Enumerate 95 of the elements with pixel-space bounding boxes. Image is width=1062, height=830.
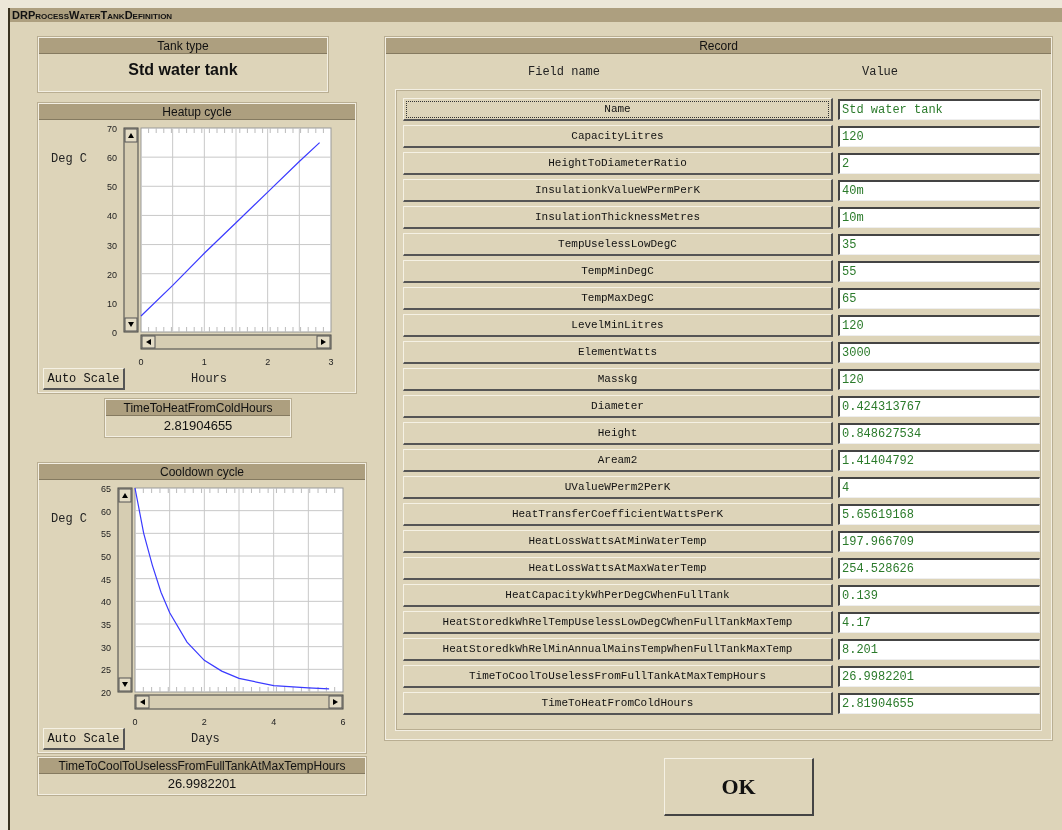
tick-label: 50: [101, 552, 111, 562]
value-field[interactable]: 65: [838, 288, 1040, 309]
value-field[interactable]: Std water tank: [838, 99, 1040, 120]
field-name-button[interactable]: TempMaxDegC: [403, 287, 833, 310]
tick-label: 65: [101, 484, 111, 494]
field-name-button[interactable]: HeatStoredkWhRelMinAnnualMainsTempWhenFullTankMaxTemp: [403, 638, 833, 661]
value-field[interactable]: 0.848627534: [838, 423, 1040, 444]
panel-title: Cooldown cycle: [39, 464, 365, 480]
tick-label: 35: [101, 620, 111, 630]
tick-label: 0: [138, 357, 144, 366]
tick-label: 70: [107, 124, 117, 134]
axis-title: Deg C: [51, 512, 87, 526]
ok-button[interactable]: OK: [664, 758, 814, 816]
panel-title: Heatup cycle: [39, 104, 355, 120]
auto-scale-button[interactable]: Auto Scale: [43, 368, 125, 390]
tick-label: 3: [328, 357, 334, 366]
field-name-button[interactable]: TempUselessLowDegC: [403, 233, 833, 256]
value-field[interactable]: 55: [838, 261, 1040, 282]
window-title: DRProcessWaterTankDefinition: [10, 8, 1062, 22]
axis-title: Deg C: [51, 152, 87, 166]
value-field[interactable]: 120: [838, 369, 1040, 390]
value-field[interactable]: 26.9982201: [838, 666, 1040, 687]
tick-label: 50: [107, 182, 117, 193]
tick-label: 20: [107, 269, 117, 280]
field-name-button[interactable]: Masskg: [403, 368, 833, 391]
field-name-button[interactable]: Height: [403, 422, 833, 445]
horizontal-scrollbar[interactable]: [140, 334, 332, 350]
value-field[interactable]: 4: [838, 477, 1040, 498]
field-name-button[interactable]: HeatTransferCoefficientWattsPerK: [403, 503, 833, 526]
value-field[interactable]: 4.17: [838, 612, 1040, 633]
tick-label: 60: [101, 506, 111, 517]
field-name-button[interactable]: InsulationkValueWPermPerK: [403, 179, 833, 202]
tick-label: 6: [340, 717, 346, 726]
axis-title: Days: [191, 731, 220, 748]
column-header: Value: [862, 64, 899, 81]
result-value: 26.9982201: [166, 775, 238, 793]
value-field[interactable]: 2.81904655: [838, 693, 1040, 714]
tick-label: 10: [107, 298, 117, 309]
field-name-button[interactable]: Name: [403, 98, 833, 121]
field-name-button[interactable]: Aream2: [403, 449, 833, 472]
value-field[interactable]: 254.528626: [838, 558, 1040, 579]
result-label: TimeToHeatFromColdHours: [106, 400, 290, 416]
horizontal-scrollbar[interactable]: [134, 694, 344, 710]
tick-label: 2: [201, 717, 207, 726]
value-field[interactable]: 1.41404792: [838, 450, 1040, 471]
value-field[interactable]: 5.65619168: [838, 504, 1040, 525]
tick-label: 60: [107, 153, 117, 164]
tick-label: 20: [101, 688, 111, 698]
field-name-button[interactable]: TimeToCoolToUselessFromFullTankAtMaxTempHours: [403, 665, 833, 688]
tick-label: 30: [107, 240, 117, 251]
field-name-button[interactable]: HeatLossWattsAtMinWaterTemp: [403, 530, 833, 553]
value-field[interactable]: 197.966709: [838, 531, 1040, 552]
tick-label: 30: [101, 642, 111, 653]
field-name-button[interactable]: HeatLossWattsAtMaxWaterTemp: [403, 557, 833, 580]
value-field[interactable]: 2: [838, 153, 1040, 174]
auto-scale-button[interactable]: Auto Scale: [43, 728, 125, 750]
vertical-scrollbar[interactable]: [117, 487, 133, 693]
value-field[interactable]: 3000: [838, 342, 1040, 363]
value-field[interactable]: 8.201: [838, 639, 1040, 660]
tick-label: 0: [112, 328, 117, 338]
result-label: TimeToCoolToUselessFromFullTankAtMaxTempHours: [39, 758, 365, 774]
tick-label: 55: [101, 529, 111, 540]
value-field[interactable]: 120: [838, 126, 1040, 147]
tick-label: 0: [132, 717, 138, 726]
value-field[interactable]: 10m: [838, 207, 1040, 228]
axis-title: Hours: [191, 371, 227, 388]
column-header: Field name: [528, 64, 600, 81]
field-name-button[interactable]: HeightToDiameterRatio: [403, 152, 833, 175]
field-name-button[interactable]: TimeToHeatFromColdHours: [403, 692, 833, 715]
field-name-button[interactable]: HeatCapacitykWhPerDegCWhenFullTank: [403, 584, 833, 607]
field-name-button[interactable]: CapacityLitres: [403, 125, 833, 148]
field-name-button[interactable]: ElementWatts: [403, 341, 833, 364]
tank-type-value: Std water tank: [127, 60, 239, 80]
field-name-button[interactable]: LevelMinLitres: [403, 314, 833, 337]
tick-label: 4: [271, 717, 277, 726]
vertical-scrollbar[interactable]: [123, 127, 139, 333]
field-name-button[interactable]: InsulationThicknessMetres: [403, 206, 833, 229]
value-field[interactable]: 35: [838, 234, 1040, 255]
field-name-button[interactable]: UValueWPerm2PerK: [403, 476, 833, 499]
tick-label: 25: [101, 665, 111, 676]
panel-title: Record: [386, 38, 1051, 54]
tick-label: 45: [101, 574, 111, 585]
result-value: 2.81904655: [162, 417, 234, 435]
value-field[interactable]: 120: [838, 315, 1040, 336]
tick-label: 1: [201, 357, 207, 366]
value-field[interactable]: 0.424313767: [838, 396, 1040, 417]
tick-label: 2: [265, 357, 271, 366]
tank-type-label: Tank type: [39, 38, 327, 54]
tick-label: 40: [107, 211, 117, 222]
tick-label: 40: [101, 597, 111, 608]
value-field[interactable]: 0.139: [838, 585, 1040, 606]
field-name-button[interactable]: TempMinDegC: [403, 260, 833, 283]
field-name-button[interactable]: HeatStoredkWhRelTempUselessLowDegCWhenFullTankMaxTemp: [403, 611, 833, 634]
value-field[interactable]: 40m: [838, 180, 1040, 201]
field-name-button[interactable]: Diameter: [403, 395, 833, 418]
